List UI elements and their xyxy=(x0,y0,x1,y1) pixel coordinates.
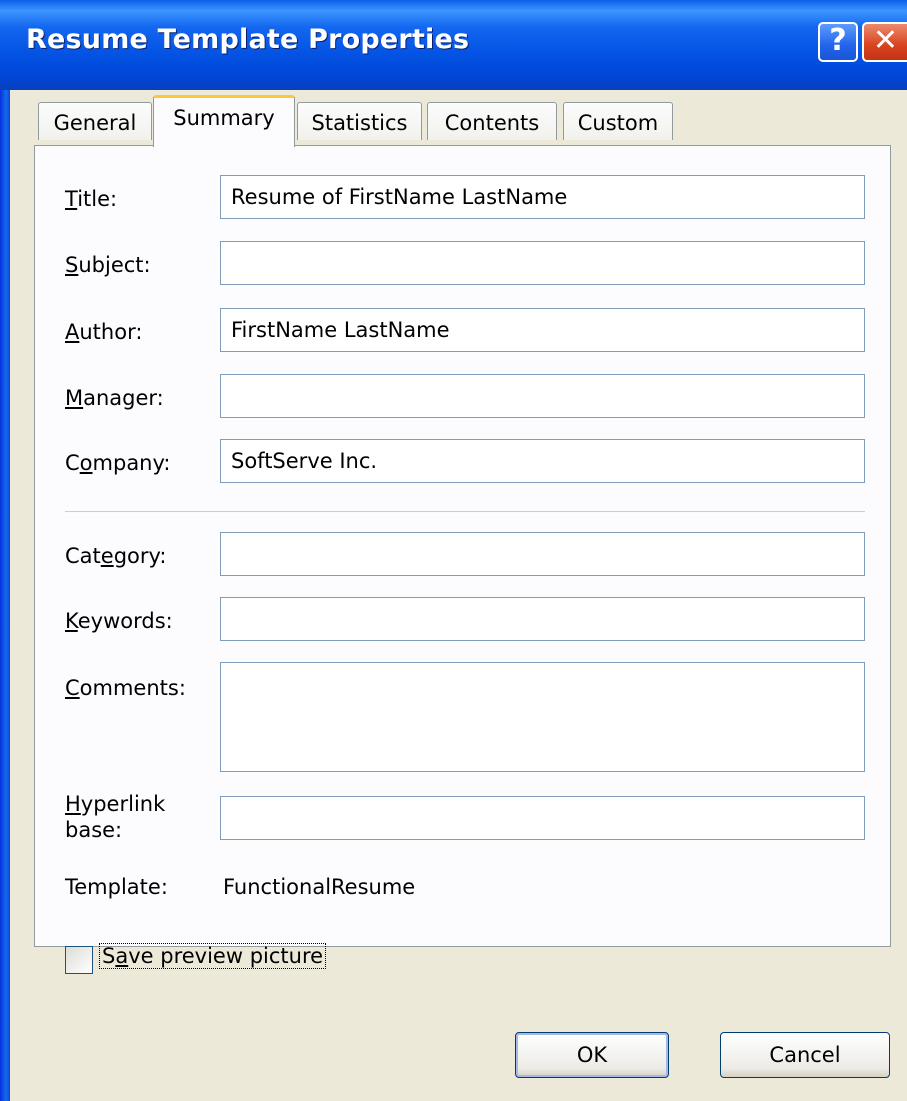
title-field[interactable] xyxy=(220,175,865,219)
section-divider xyxy=(65,511,865,515)
tab-summary[interactable]: Summary xyxy=(153,95,295,147)
cancel-button[interactable]: Cancel xyxy=(720,1032,890,1078)
template-value: FunctionalResume xyxy=(223,875,416,899)
summary-panel: Title: Subject: Author: Manager: Company… xyxy=(34,145,891,974)
author-field[interactable] xyxy=(220,308,865,352)
subject-field[interactable] xyxy=(220,241,865,285)
tab-custom[interactable]: Custom xyxy=(563,102,673,140)
tab-general[interactable]: General xyxy=(38,102,152,140)
title-bar[interactable]: Resume Template Properties ? ✕ xyxy=(0,0,907,90)
company-field[interactable] xyxy=(220,439,865,483)
help-button[interactable]: ? xyxy=(818,22,858,62)
keywords-label: Keywords: xyxy=(65,609,173,633)
close-button[interactable]: ✕ xyxy=(862,22,907,62)
company-label: Company: xyxy=(65,451,171,475)
title-label: Title: xyxy=(65,187,118,211)
close-icon: ✕ xyxy=(872,23,899,58)
comments-field[interactable] xyxy=(220,662,865,772)
tab-contents-label: Contents xyxy=(444,111,540,135)
author-label: Author: xyxy=(65,320,143,344)
tab-contents[interactable]: Contents xyxy=(427,102,557,140)
tab-statistics-label: Statistics xyxy=(311,111,408,135)
subject-label: Subject: xyxy=(65,253,151,277)
save-preview-label[interactable]: Save preview picture xyxy=(99,943,327,969)
properties-dialog: Resume Template Properties ? ✕ General S… xyxy=(0,0,907,1101)
hyperlink-base-field[interactable] xyxy=(220,796,865,840)
manager-label: Manager: xyxy=(65,386,164,410)
category-field[interactable] xyxy=(220,532,865,576)
tab-general-label: General xyxy=(53,111,137,135)
comments-label: Comments: xyxy=(65,676,186,700)
category-label: Category: xyxy=(65,544,167,568)
window-title: Resume Template Properties xyxy=(26,24,470,55)
tab-statistics[interactable]: Statistics xyxy=(297,102,422,140)
ok-button[interactable]: OK xyxy=(515,1032,669,1078)
template-label: Template: xyxy=(65,875,168,899)
save-preview-checkbox[interactable] xyxy=(65,946,93,974)
keywords-field[interactable] xyxy=(220,597,865,641)
hyperlink-base-label: Hyperlink base: xyxy=(65,792,166,842)
window-left-border xyxy=(0,90,10,1101)
help-icon: ? xyxy=(829,23,847,58)
tab-summary-label: Summary xyxy=(173,106,275,130)
manager-field[interactable] xyxy=(220,374,865,418)
tab-custom-label: Custom xyxy=(577,111,659,135)
